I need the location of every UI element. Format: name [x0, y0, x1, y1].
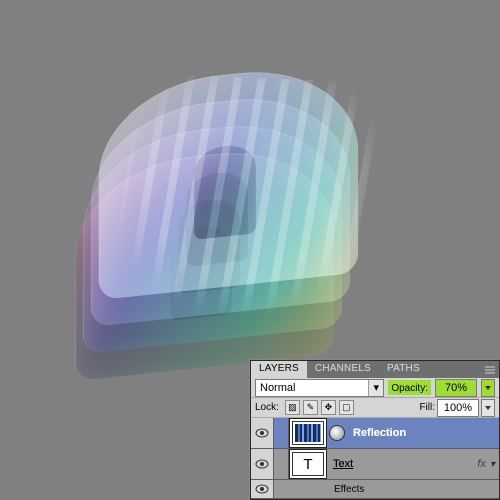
text-layer-thumbnail[interactable]: T	[292, 452, 324, 476]
chevron-down-icon: ▾	[368, 380, 383, 396]
lock-position-icon[interactable]: ✥	[321, 400, 336, 415]
visibility-toggle[interactable]	[251, 449, 274, 479]
blend-mode-select[interactable]: Normal ▾	[255, 379, 384, 397]
lock-transparency-icon[interactable]: ▨	[285, 400, 300, 415]
tab-channels[interactable]: CHANNELS	[307, 361, 379, 378]
opacity-stepper-icon[interactable]	[481, 379, 495, 397]
visibility-toggle[interactable]	[251, 418, 274, 448]
smart-filter-mask-icon[interactable]	[329, 425, 345, 441]
layer-row-reflection[interactable]: Reflection	[251, 418, 499, 449]
fill-value: 100%	[444, 402, 472, 414]
panel-tabs: LAYERS CHANNELS PATHS	[251, 361, 499, 378]
fill-label: Fill:	[419, 402, 435, 413]
link-column	[274, 449, 289, 479]
effects-label: Effects	[328, 484, 364, 495]
layer-thumbnail[interactable]	[292, 421, 324, 445]
fill-field[interactable]: 100%	[437, 399, 479, 417]
fill-stepper-icon[interactable]	[481, 399, 495, 417]
blend-mode-value: Normal	[260, 382, 295, 394]
layers-panel: LAYERS CHANNELS PATHS Normal ▾ Opacity: …	[250, 360, 500, 500]
layer-row-text[interactable]: T Text fx ▾	[251, 449, 499, 480]
link-column	[274, 418, 289, 448]
layer-name[interactable]: Text	[327, 458, 353, 470]
layer-name[interactable]: Reflection	[347, 427, 406, 439]
lock-fill-row: Lock: ▨ ✎ ✥ ▢ Fill: 100%	[251, 398, 499, 418]
lock-all-icon[interactable]: ▢	[339, 400, 354, 415]
chevron-down-icon[interactable]: ▾	[490, 459, 495, 470]
tab-layers[interactable]: LAYERS	[251, 361, 307, 378]
tab-paths[interactable]: PATHS	[379, 361, 428, 378]
opacity-value: 70%	[445, 382, 467, 394]
opacity-label: Opacity:	[388, 380, 431, 395]
fx-badge: fx	[477, 458, 486, 470]
panel-menu-icon[interactable]	[481, 361, 499, 378]
lock-image-icon[interactable]: ✎	[303, 400, 318, 415]
effects-row[interactable]: Effects	[251, 480, 499, 499]
visibility-toggle[interactable]	[251, 480, 274, 498]
opacity-field[interactable]: 70%	[435, 379, 477, 397]
layer-list: Reflection T Text fx ▾	[251, 418, 499, 499]
lock-label: Lock:	[255, 402, 279, 413]
blend-opacity-row: Normal ▾ Opacity: 70%	[251, 378, 499, 398]
